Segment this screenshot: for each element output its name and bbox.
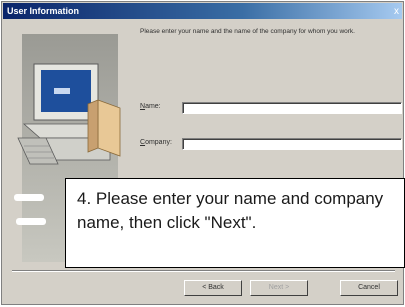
company-label: Company: [140,139,172,146]
instruction-text: Please enter your name and the name of t… [140,28,355,35]
cancel-button[interactable]: Cancel [340,280,398,296]
close-icon[interactable]: x [394,4,399,20]
instruction-callout: 4. Please enter your name and company na… [65,178,405,268]
company-field[interactable] [182,138,402,150]
name-field[interactable] [182,102,402,114]
name-label-text: ame: [145,103,161,110]
callout-text: 4. Please enter your name and company na… [77,189,384,232]
button-separator [12,270,395,272]
next-button[interactable]: Next > [250,280,308,296]
title-bar: User Information x [3,3,402,19]
window-title: User Information [7,6,80,16]
back-button[interactable]: < Back [184,280,242,296]
name-label: Name: [140,103,161,110]
company-label-text: ompany: [145,139,172,146]
